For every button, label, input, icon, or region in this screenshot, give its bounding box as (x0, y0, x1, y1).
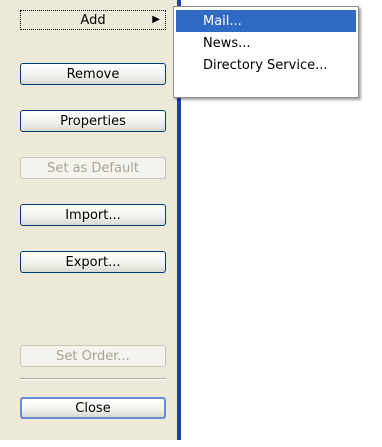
submenu-arrow-icon: ▶ (152, 14, 160, 25)
export-button[interactable]: Export... (20, 251, 166, 273)
menu-item-mail[interactable]: Mail... (176, 10, 356, 32)
set-as-default-button[interactable]: Set as Default (20, 157, 166, 179)
import-button[interactable]: Import... (20, 204, 166, 226)
button-panel: Add ▶ Remove Properties Set as Default I… (0, 0, 177, 440)
separator (20, 378, 166, 380)
menu-item-directory-service[interactable]: Directory Service... (176, 54, 356, 76)
add-submenu: Mail... News... Directory Service... (173, 6, 359, 98)
add-button[interactable]: Add ▶ (20, 10, 166, 30)
add-button-label: Add (80, 12, 106, 28)
remove-button[interactable]: Remove (20, 63, 166, 85)
set-order-button[interactable]: Set Order... (20, 345, 166, 367)
close-button[interactable]: Close (20, 397, 166, 419)
properties-button[interactable]: Properties (20, 110, 166, 132)
menu-item-news[interactable]: News... (176, 32, 356, 54)
